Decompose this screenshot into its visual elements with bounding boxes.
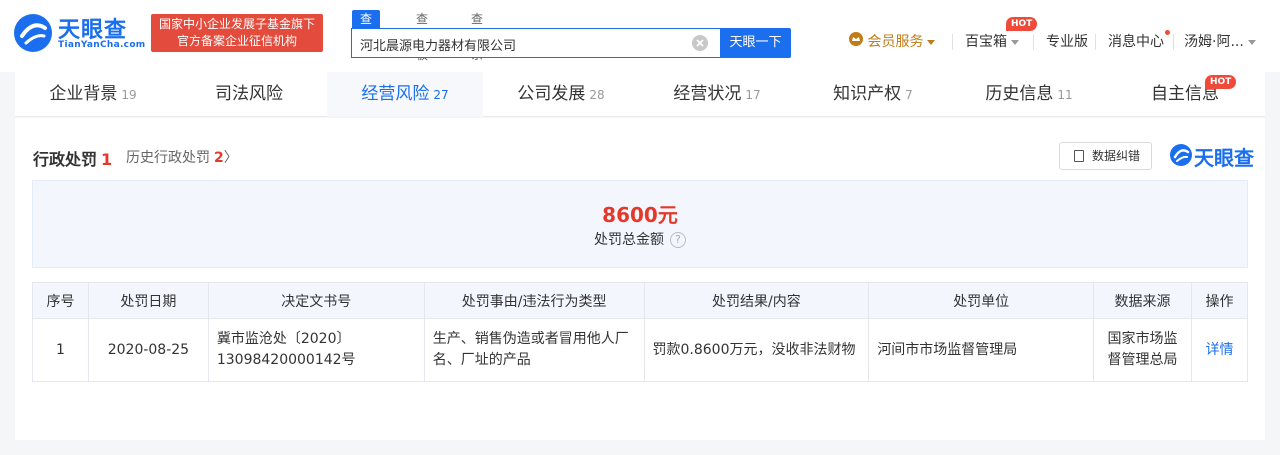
detail-link[interactable]: 详情 [1205,342,1233,358]
clear-icon[interactable] [692,35,708,51]
tab-label: 经营风险 [361,84,430,104]
chevron-down-icon [927,39,936,45]
admin-penalty-panel: 行政处罚 1 历史行政处罚 2〉 数据纠错 天眼查 8600元 处罚总金额? 序号 … [15,118,1265,440]
logo-subtitle: TianYanCha.com [58,40,146,50]
section-title: 行政处罚 1 [33,146,112,170]
notification-dot [1165,30,1170,35]
tab-company-development[interactable]: 公司发展 28 [483,72,639,117]
col-header-doc: 决定文书号 [207,282,425,319]
data-correction-label: 数据纠错 [1092,149,1141,163]
history-penalty-link[interactable]: 历史行政处罚 2〉 [126,147,238,167]
cell-result: 罚款0.8600万元，没收非法财物 [643,318,870,382]
doc-number-line1: 冀市监沧处〔2020〕 [216,331,351,347]
search-tab-relation[interactable]: 查关系 [471,10,483,62]
tab-label: 企业背景 [49,84,118,104]
tab-count: 11 [1057,88,1073,102]
user-menu[interactable]: 汤姆·阿... [1184,31,1256,53]
total-penalty-label-text: 处罚总金额 [594,232,664,248]
member-service-menu[interactable]: 会员服务 [849,31,936,53]
tab-count: 19 [121,88,137,102]
crown-icon [849,31,863,53]
col-header-no: 序号 [32,282,89,319]
top-header: 天眼查 TianYanCha.com 国家中小企业发展子基金旗下 官方备案企业征… [0,0,1280,72]
tab-intellectual-property[interactable]: 知识产权 7 [795,72,951,117]
tab-self-info[interactable]: 自主信息 [1107,72,1263,117]
cell-unit: 河间市市场监督管理局 [868,318,1095,382]
table-row: 1 2020-08-25 冀市监沧处〔2020〕 13098420000142号… [32,318,1249,382]
cell-doc: 冀市监沧处〔2020〕 13098420000142号 [207,318,425,382]
search-tab-company[interactable]: 查公司 [352,10,381,62]
tab-operating-status[interactable]: 经营状况 17 [639,72,795,117]
tab-label: 知识产权 [833,84,902,104]
member-service-label: 会员服务 [867,34,924,50]
cell-date: 2020-08-25 [87,318,209,382]
total-penalty-label: 处罚总金额? [33,229,1247,249]
message-center-link[interactable]: 消息中心 [1108,31,1164,53]
divider [1173,34,1174,50]
chevron-down-icon [1247,39,1256,45]
gov-badge: 国家中小企业发展子基金旗下 官方备案企业征信机构 [151,14,323,52]
tab-count: 27 [433,88,449,102]
pro-version-link[interactable]: 专业版 [1046,31,1088,53]
history-label: 历史行政处罚 [126,150,210,166]
tab-label: 历史信息 [985,84,1054,104]
col-header-reason: 处罚事由/违法行为类型 [423,282,645,319]
logo-eye-icon [1170,144,1192,166]
divider [1095,34,1096,50]
tab-count: 7 [905,88,913,102]
col-header-date: 处罚日期 [87,282,209,319]
hot-badge: HOT [1006,17,1038,31]
tab-count: 28 [589,88,605,102]
col-header-unit: 处罚单位 [868,282,1095,319]
tab-company-background[interactable]: 企业背景 19 [15,72,171,117]
help-icon[interactable]: ? [670,232,686,248]
data-correction-button[interactable]: 数据纠错 [1059,142,1152,170]
tianyancha-logo[interactable]: 天眼查 TianYanCha.com [14,12,146,52]
penalty-table: 序号 处罚日期 决定文书号 处罚事由/违法行为类型 处罚结果/内容 处罚单位 数… [32,282,1249,382]
tab-label: 司法风险 [215,84,283,104]
chevron-right-icon: 〉 [223,150,238,166]
brand-text: 天眼查 [1194,146,1254,170]
penalty-summary: 8600元 处罚总金额? [32,180,1248,268]
company-tabs: 企业背景 19 司法风险 经营风险 27 公司发展 28 经营状况 17 知识产权 7 历… [15,72,1265,117]
col-header-action: 操作 [1190,282,1249,319]
total-penalty-amount: 8600元 [602,203,678,227]
section-title-text: 行政处罚 [33,150,98,169]
baibao-menu[interactable]: 百宝箱 [965,31,1019,53]
document-icon [1074,150,1084,162]
tab-count: 17 [745,88,761,102]
tab-label: 公司发展 [517,84,586,104]
search-input[interactable] [360,34,680,54]
doc-number-line2: 13098420000142号 [216,352,356,368]
tab-judicial-risk[interactable]: 司法风险 [171,72,327,117]
section-count: 1 [101,150,113,169]
tab-history-info[interactable]: 历史信息 11 [951,72,1107,117]
divider [952,34,953,50]
gov-badge-line2: 官方备案企业征信机构 [176,34,297,48]
user-name: 汤姆·阿... [1184,34,1244,50]
search-tab-boss[interactable]: 查老板 [416,10,428,62]
cell-no: 1 [32,318,89,382]
tab-label: 经营状况 [673,84,742,104]
tab-operating-risk[interactable]: 经营风险 27 [327,72,483,117]
divider [1033,34,1034,50]
cell-action: 详情 [1190,318,1249,382]
chevron-down-icon [1011,39,1019,45]
logo-eye-icon [14,14,52,52]
col-header-source: 数据来源 [1093,282,1192,319]
col-header-result: 处罚结果/内容 [643,282,870,319]
history-count: 2 [214,150,224,166]
search-box [351,28,721,58]
tab-hot-badge: HOT [1205,75,1237,89]
gov-badge-line1: 国家中小企业发展子基金旗下 [159,17,316,31]
baibao-label: 百宝箱 [965,34,1007,50]
cell-reason: 生产、销售伪造或者冒用他人厂名、厂址的产品 [423,318,645,382]
search-button[interactable]: 天眼一下 [720,28,791,58]
cell-source: 国家市场监督管理总局 [1093,318,1192,382]
